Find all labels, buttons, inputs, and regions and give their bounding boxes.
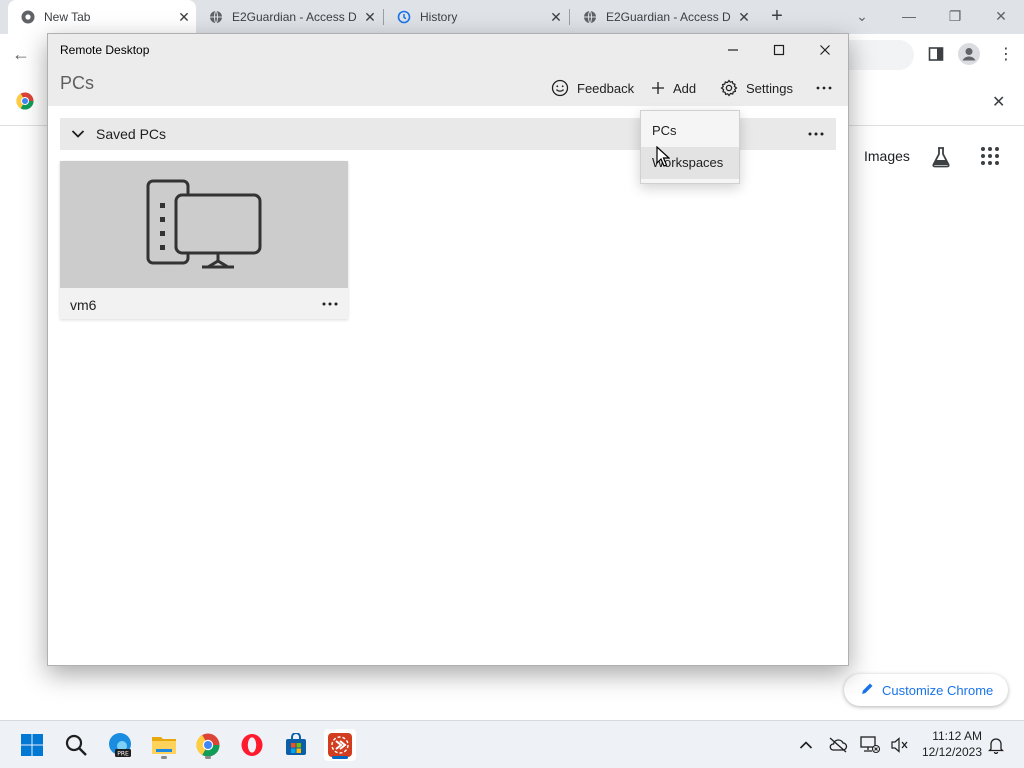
new-tab-button[interactable]: + — [766, 5, 788, 27]
minimize-button[interactable] — [710, 37, 756, 63]
tab-e2guardian-2[interactable]: E2Guardian - Access D ✕ — [570, 0, 756, 34]
customize-chrome-label: Customize Chrome — [882, 682, 994, 698]
remote-desktop-window: Remote Desktop PCs Feedback Add Settings — [47, 33, 849, 666]
group-more-options-button[interactable] — [804, 122, 828, 146]
close-window-icon[interactable]: ✕ — [989, 4, 1013, 28]
tab-search-icon[interactable]: ⌄ — [850, 4, 874, 28]
system-clock[interactable]: 11:12 AM 12/12/2023 — [912, 728, 982, 760]
search-icon[interactable] — [60, 729, 92, 761]
images-link[interactable]: Images — [864, 148, 910, 164]
tab-e2guardian[interactable]: E2Guardian - Access D ✕ — [196, 0, 382, 34]
minimize-icon[interactable]: — — [897, 4, 921, 28]
maximize-button[interactable] — [756, 37, 802, 63]
add-dropdown-menu: PCs Workspaces — [640, 110, 740, 184]
pc-tile[interactable]: vm6 — [60, 161, 348, 319]
close-icon — [820, 45, 830, 55]
close-icon[interactable]: ✕ — [172, 9, 196, 26]
clock-date: 12/12/2023 — [921, 745, 982, 759]
command-bar: PCs Feedback Add Settings — [48, 66, 848, 106]
settings-label: Settings — [746, 80, 793, 96]
smiley-icon — [551, 79, 569, 97]
pc-thumbnail[interactable] — [60, 161, 348, 288]
chevron-down-icon[interactable] — [60, 129, 96, 139]
tab-title: History — [420, 10, 458, 24]
active-indicator — [332, 756, 348, 759]
back-arrow-icon[interactable]: ← — [12, 44, 30, 65]
network-icon[interactable] — [860, 735, 880, 755]
browser-tab-strip: New Tab ✕ E2Guardian - Access D ✕ Histor… — [0, 0, 1024, 34]
history-icon — [396, 9, 412, 25]
svg-text:PRE: PRE — [117, 751, 129, 758]
tab-title: New Tab — [44, 10, 91, 24]
tab-title: E2Guardian - Access D — [606, 10, 731, 24]
file-explorer-icon[interactable] — [148, 729, 180, 761]
add-button[interactable]: Add — [651, 76, 696, 100]
profile-avatar-icon[interactable] — [958, 43, 980, 70]
page-title: PCs — [60, 73, 95, 93]
window-titlebar[interactable]: Remote Desktop — [48, 34, 848, 66]
more-vertical-icon[interactable]: ⋮ — [998, 44, 1014, 64]
pc-name: vm6 — [70, 297, 97, 313]
opera-icon[interactable] — [236, 729, 268, 761]
running-indicator — [205, 756, 211, 759]
group-label: Saved PCs — [96, 126, 167, 142]
chrome-icon[interactable] — [192, 729, 224, 761]
more-horizontal-icon — [808, 132, 824, 136]
close-infobar-icon[interactable]: ✕ — [992, 92, 1005, 112]
restore-icon[interactable]: ❐ — [943, 4, 967, 28]
taskbar: PRE — [0, 720, 1024, 768]
labs-flask-icon[interactable] — [930, 146, 952, 173]
close-icon[interactable]: ✕ — [544, 9, 568, 26]
notification-bell-icon[interactable] — [986, 735, 1006, 755]
globe-icon — [208, 9, 224, 25]
side-panel-icon[interactable] — [928, 46, 944, 67]
pencil-icon — [860, 682, 874, 699]
close-button[interactable] — [802, 37, 848, 63]
settings-button[interactable]: Settings — [720, 76, 793, 100]
chrome-logo-icon — [16, 92, 34, 115]
tab-history[interactable]: History ✕ — [384, 0, 568, 34]
gear-icon — [720, 79, 738, 97]
globe-icon — [582, 9, 598, 25]
plus-icon — [652, 82, 664, 94]
more-horizontal-icon — [322, 302, 338, 306]
chevron-up-icon[interactable] — [796, 735, 816, 755]
pc-more-options-button[interactable] — [318, 292, 342, 316]
running-indicator — [161, 756, 167, 759]
add-label: Add — [673, 80, 697, 96]
windows-start-icon[interactable] — [16, 729, 48, 761]
customize-chrome-button[interactable]: Customize Chrome — [844, 674, 1008, 706]
minimize-icon — [728, 49, 738, 51]
tab-title: E2Guardian - Access D — [232, 10, 357, 24]
close-icon[interactable]: ✕ — [732, 9, 756, 26]
desktop-computer-icon — [146, 179, 262, 268]
more-horizontal-icon — [816, 86, 832, 90]
edge-beta-icon[interactable]: PRE — [104, 729, 136, 761]
chrome-icon — [20, 9, 36, 25]
feedback-label: Feedback — [577, 80, 635, 96]
remote-desktop-icon[interactable] — [324, 729, 356, 761]
feedback-button[interactable]: Feedback — [551, 76, 634, 100]
maximize-icon — [773, 44, 785, 56]
mouse-pointer-icon — [656, 146, 670, 167]
apps-grid-icon[interactable] — [980, 146, 1000, 171]
volume-muted-icon[interactable] — [890, 735, 910, 755]
menu-item-pcs[interactable]: PCs — [641, 115, 739, 147]
tab-new-tab[interactable]: New Tab ✕ — [8, 0, 196, 34]
clock-time: 11:12 AM — [932, 729, 982, 743]
more-options-button[interactable] — [812, 76, 836, 100]
cloud-offline-icon[interactable] — [828, 735, 848, 755]
omnibox[interactable] — [840, 40, 914, 70]
window-title: Remote Desktop — [60, 43, 150, 57]
microsoft-store-icon[interactable] — [280, 729, 312, 761]
close-icon[interactable]: ✕ — [358, 9, 382, 26]
